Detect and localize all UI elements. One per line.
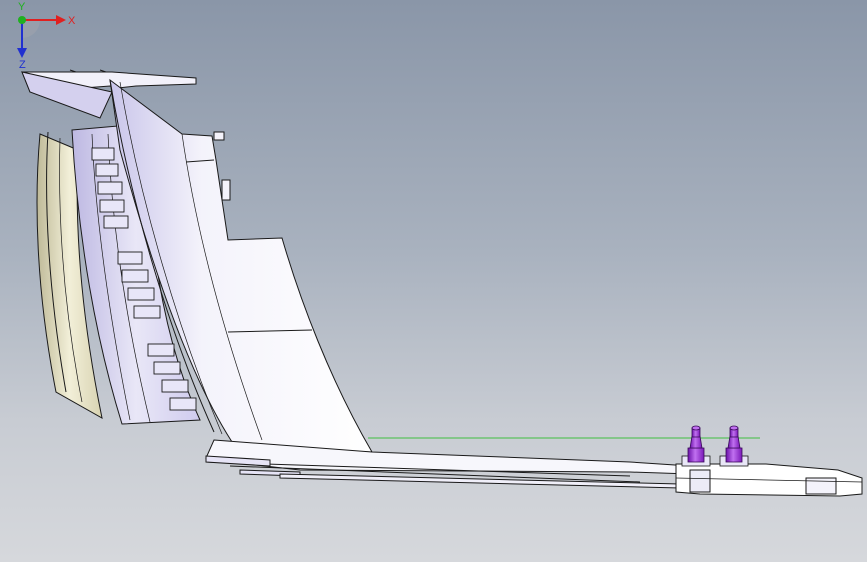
x-axis-label: X [68,15,76,27]
y-axis-dot [18,16,26,24]
axis-triad: X Y Z [17,1,76,70]
locating-pin-1 [681,425,711,467]
z-arrowhead [17,48,27,58]
z-axis-label: Z [19,59,26,70]
x-arrowhead [56,15,66,25]
bottom-rail [205,439,691,489]
locating-pin-2 [719,425,749,467]
top-flange [21,69,197,119]
3d-model-viewport[interactable]: X Y Z [0,0,867,562]
model-drawing [21,69,863,497]
mounting-bracket [675,463,863,497]
y-axis-label: Y [18,1,26,13]
